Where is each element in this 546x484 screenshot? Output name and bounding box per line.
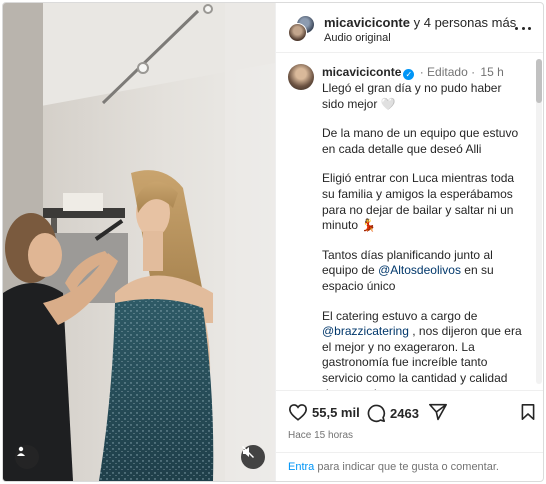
post-author[interactable]: micaviciconte y 4 personas más <box>324 15 516 30</box>
caption-paragraph: Eligió entrar con Luca mientras toda su … <box>322 171 515 233</box>
caption-header: micaviciconte ✓ · Editado · 15 h <box>322 65 504 80</box>
post-video[interactable] <box>3 3 275 481</box>
comment-button[interactable]: 2463 <box>366 403 419 423</box>
caption-scroll-area[interactable]: micaviciconte ✓ · Editado · 15 h Llegó el… <box>276 54 543 390</box>
bookmark-icon[interactable] <box>520 403 536 421</box>
user-tag-icon[interactable] <box>15 445 39 469</box>
scrollbar[interactable] <box>536 59 542 384</box>
caption-fragment: El catering estuvo a cargo de <box>322 308 478 323</box>
login-link[interactable]: Entra <box>288 461 314 473</box>
caption-username[interactable]: micaviciconte <box>322 65 401 79</box>
mention-link[interactable]: @brazzicatering <box>322 324 409 338</box>
post-modal: micaviciconte y 4 personas más Audio ori… <box>2 2 544 482</box>
post-sidebar: micaviciconte y 4 personas más Audio ori… <box>275 3 543 481</box>
save-button[interactable] <box>520 403 536 421</box>
login-prompt-text: para indicar que te gusta o comentar. <box>314 461 499 473</box>
caption-text: Llegó el gran día y no pudo haber sido m… <box>322 81 522 390</box>
comment-count[interactable]: 2463 <box>390 406 419 421</box>
comment-bubble-icon[interactable] <box>366 403 386 423</box>
caption-paragraph: Llegó el gran día y no pudo haber sido m… <box>322 81 502 111</box>
more-options-icon[interactable] <box>515 22 531 34</box>
like-count[interactable]: 55,5 mil <box>312 405 360 420</box>
avatar <box>288 23 307 42</box>
caption-paragraph: De la mano de un equipo que estuvo en ca… <box>322 126 519 156</box>
caption-paragraph: El catering estuvo a cargo de @brazzicat… <box>322 309 522 390</box>
share-button[interactable] <box>428 403 448 421</box>
like-button[interactable]: 55,5 mil <box>288 403 360 421</box>
verified-badge-icon: ✓ <box>403 69 415 80</box>
login-to-comment-bar: Entra para indicar que te gusta o coment… <box>276 452 543 481</box>
caption-paragraph: Tantos días planificando junto al equipo… <box>322 248 522 295</box>
muted-speaker-icon[interactable] <box>241 445 265 469</box>
author-username[interactable]: micaviciconte <box>324 15 410 30</box>
paper-plane-icon[interactable] <box>428 403 448 421</box>
post-time[interactable]: Hace 15 horas <box>288 430 353 441</box>
edited-label: · Editado · <box>419 65 476 79</box>
post-header: micaviciconte y 4 personas más Audio ori… <box>276 3 543 53</box>
heart-icon[interactable] <box>288 403 308 421</box>
collab-avatars[interactable] <box>288 15 316 43</box>
audio-label[interactable]: Audio original <box>324 32 391 44</box>
avatar[interactable] <box>288 64 314 90</box>
collaborators-label[interactable]: y 4 personas más <box>410 15 517 30</box>
mention-link[interactable]: @Altosdeolivos <box>378 263 461 277</box>
scrollbar-thumb[interactable] <box>536 59 542 103</box>
video-frame <box>3 3 275 481</box>
caption-timestamp[interactable]: 15 h <box>480 65 503 79</box>
